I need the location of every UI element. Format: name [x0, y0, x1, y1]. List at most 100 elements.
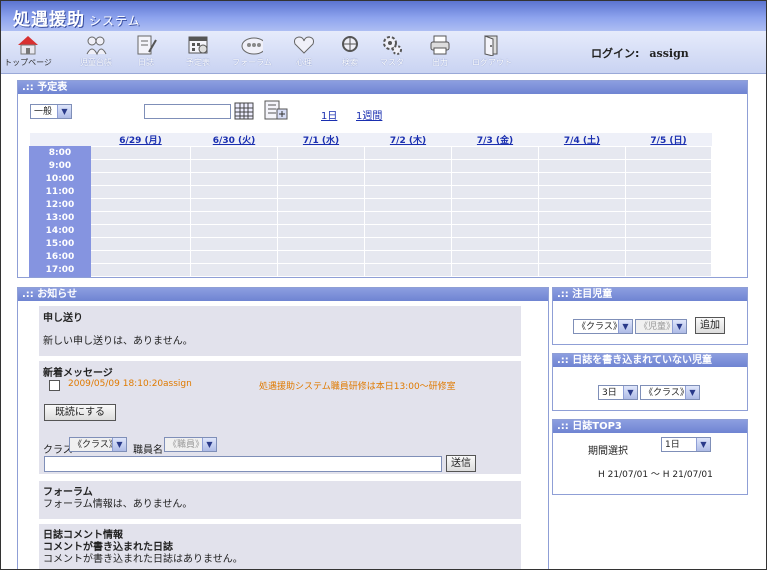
message-body[interactable]: 処遇援助システム職員研修は本日13:00〜研修室	[259, 379, 456, 392]
schedule-cell[interactable]	[625, 198, 712, 212]
schedule-cell[interactable]	[90, 263, 191, 277]
day-header[interactable]: 7/3 (金)	[451, 133, 539, 147]
schedule-cell[interactable]	[90, 237, 191, 251]
schedule-cell[interactable]	[625, 159, 712, 173]
calendar-picker-icon[interactable]	[234, 101, 254, 124]
schedule-cell[interactable]	[451, 172, 539, 186]
schedule-cell[interactable]	[190, 198, 278, 212]
schedule-cell[interactable]	[190, 146, 278, 160]
schedule-cell[interactable]	[90, 224, 191, 238]
attention-class-select[interactable]: 《クラス》 ▼	[573, 319, 633, 334]
schedule-cell[interactable]	[190, 250, 278, 264]
schedule-cell[interactable]	[451, 237, 539, 251]
day-header[interactable]: 7/4 (土)	[538, 133, 626, 147]
schedule-cell[interactable]	[364, 198, 452, 212]
schedule-cell[interactable]	[451, 146, 539, 160]
schedule-cell[interactable]	[364, 172, 452, 186]
schedule-cell[interactable]	[625, 172, 712, 186]
schedule-cell[interactable]	[277, 159, 365, 173]
add-attention-button[interactable]: 追加	[695, 317, 725, 334]
unwritten-days-select[interactable]: 3日 ▼	[598, 385, 638, 400]
schedule-cell[interactable]	[90, 172, 191, 186]
view-1day-link[interactable]: 1日	[321, 107, 337, 122]
message-checkbox[interactable]	[49, 380, 60, 391]
schedule-cell[interactable]	[538, 250, 626, 264]
day-header[interactable]: 7/1 (水)	[277, 133, 365, 147]
schedule-cell[interactable]	[90, 211, 191, 225]
day-header[interactable]: 7/2 (木)	[364, 133, 452, 147]
schedule-cell[interactable]	[451, 224, 539, 238]
schedule-cell[interactable]	[625, 250, 712, 264]
schedule-cell[interactable]	[190, 159, 278, 173]
schedule-cell[interactable]	[451, 211, 539, 225]
schedule-cell[interactable]	[277, 211, 365, 225]
schedule-cell[interactable]	[90, 185, 191, 199]
schedule-cell[interactable]	[364, 211, 452, 225]
toolbar-item-diary[interactable]: 日誌	[121, 34, 171, 68]
schedule-cell[interactable]	[364, 237, 452, 251]
schedule-cell[interactable]	[364, 224, 452, 238]
schedule-cell[interactable]	[364, 146, 452, 160]
schedule-cell[interactable]	[538, 224, 626, 238]
schedule-cell[interactable]	[451, 198, 539, 212]
schedule-cell[interactable]	[364, 250, 452, 264]
schedule-cell[interactable]	[90, 198, 191, 212]
schedule-cell[interactable]	[277, 224, 365, 238]
schedule-cell[interactable]	[190, 172, 278, 186]
schedule-cell[interactable]	[538, 159, 626, 173]
schedule-cell[interactable]	[625, 224, 712, 238]
toolbar-item-top-page[interactable]: トップページ	[3, 34, 53, 68]
schedule-cell[interactable]	[90, 250, 191, 264]
day-header[interactable]: 6/29 (月)	[90, 133, 191, 147]
schedule-cell[interactable]	[190, 211, 278, 225]
unwritten-class-select[interactable]: 《クラス》 ▼	[640, 385, 700, 400]
period-select[interactable]: 1日 ▼	[661, 437, 711, 452]
schedule-cell[interactable]	[90, 159, 191, 173]
schedule-cell[interactable]	[277, 237, 365, 251]
schedule-cell[interactable]	[364, 185, 452, 199]
category-select[interactable]: 一般 ▼	[30, 104, 72, 119]
schedule-cell[interactable]	[625, 146, 712, 160]
schedule-cell[interactable]	[277, 263, 365, 277]
schedule-cell[interactable]	[625, 263, 712, 277]
day-header[interactable]: 6/30 (火)	[190, 133, 278, 147]
schedule-cell[interactable]	[538, 185, 626, 199]
schedule-cell[interactable]	[277, 172, 365, 186]
schedule-cell[interactable]	[625, 185, 712, 199]
toolbar-item-children[interactable]: 児童台帳	[71, 34, 121, 68]
toolbar-item-forum[interactable]: フォーラム	[227, 34, 277, 68]
schedule-cell[interactable]	[277, 146, 365, 160]
schedule-cell[interactable]	[190, 185, 278, 199]
mark-read-button[interactable]: 既読にする	[44, 404, 116, 421]
schedule-cell[interactable]	[277, 198, 365, 212]
schedule-cell[interactable]	[538, 211, 626, 225]
schedule-cell[interactable]	[190, 237, 278, 251]
schedule-cell[interactable]	[538, 146, 626, 160]
day-header[interactable]: 7/5 (日)	[625, 133, 712, 147]
schedule-cell[interactable]	[625, 211, 712, 225]
schedule-cell[interactable]	[451, 159, 539, 173]
attention-child-select[interactable]: 《児童》 ▼	[635, 319, 687, 334]
schedule-cell[interactable]	[190, 224, 278, 238]
schedule-cell[interactable]	[538, 172, 626, 186]
toolbar-item-psychology[interactable]: 心理	[279, 34, 329, 68]
schedule-cell[interactable]	[625, 237, 712, 251]
schedule-cell[interactable]	[451, 263, 539, 277]
schedule-cell[interactable]	[538, 198, 626, 212]
view-1week-link[interactable]: 1週間	[356, 107, 382, 122]
schedule-cell[interactable]	[538, 263, 626, 277]
toolbar-item-logout[interactable]: ログアウト	[467, 34, 517, 68]
toolbar-item-output[interactable]: 出力	[415, 34, 465, 68]
schedule-cell[interactable]	[364, 263, 452, 277]
schedule-cell[interactable]	[451, 185, 539, 199]
staff-select[interactable]: 《職員》 ▼	[164, 437, 217, 452]
send-button[interactable]: 送信	[446, 455, 476, 472]
class-select[interactable]: 《クラス》 ▼	[69, 437, 127, 452]
schedule-cell[interactable]	[538, 237, 626, 251]
toolbar-item-schedule[interactable]: 予定表	[173, 34, 223, 68]
schedule-cell[interactable]	[277, 185, 365, 199]
schedule-cell[interactable]	[451, 250, 539, 264]
date-input[interactable]	[144, 104, 231, 119]
schedule-cell[interactable]	[90, 146, 191, 160]
schedule-cell[interactable]	[277, 250, 365, 264]
